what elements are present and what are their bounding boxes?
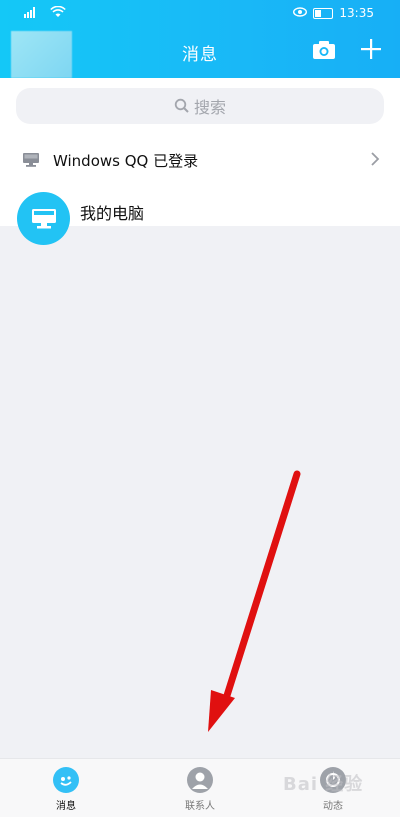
windows-login-row[interactable]: Windows QQ 已登录 — [0, 142, 400, 178]
status-bar: 13:35 — [0, 0, 400, 26]
search-icon — [174, 98, 189, 113]
page-title: 消息 — [182, 45, 218, 65]
signal-indicators — [24, 5, 66, 21]
signal-icon — [24, 6, 44, 21]
tab-messages-label: 消息 — [56, 801, 76, 812]
messages-icon — [53, 767, 79, 793]
arrow-head — [208, 690, 235, 732]
chat-name: 我的电脑 — [80, 204, 145, 223]
tab-moments-label: 动态 — [323, 801, 343, 812]
wifi-icon — [50, 5, 66, 21]
computer-icon — [31, 208, 56, 228]
watermark: Bai 经验 — [283, 774, 364, 795]
battery-icon — [313, 7, 334, 19]
add-button[interactable] — [360, 38, 382, 60]
my-computer-avatar — [17, 192, 70, 245]
app-header: 13:35 消息 — [0, 0, 400, 78]
tab-contacts[interactable]: 联系人 — [160, 767, 240, 812]
chevron-right-icon — [371, 152, 380, 166]
camera-icon — [313, 41, 335, 59]
tab-messages[interactable]: 消息 — [26, 767, 106, 812]
contacts-icon — [187, 767, 213, 793]
search-placeholder: 搜索 — [193, 98, 226, 117]
chat-item-my-computer[interactable]: 我的电脑 — [0, 184, 400, 254]
windows-login-label: Windows QQ 已登录 — [53, 152, 199, 170]
tab-contacts-label: 联系人 — [185, 801, 215, 812]
status-right: 13:35 — [293, 6, 374, 20]
plus-icon — [361, 39, 381, 59]
clock: 13:35 — [339, 6, 374, 20]
eye-comfort-icon — [293, 6, 308, 20]
message-list: 搜索 Windows QQ 已登录 我的电脑 — [0, 78, 400, 245]
camera-button[interactable] — [312, 40, 336, 60]
search-bar[interactable]: 搜索 — [16, 88, 384, 124]
desktop-icon — [23, 153, 39, 167]
